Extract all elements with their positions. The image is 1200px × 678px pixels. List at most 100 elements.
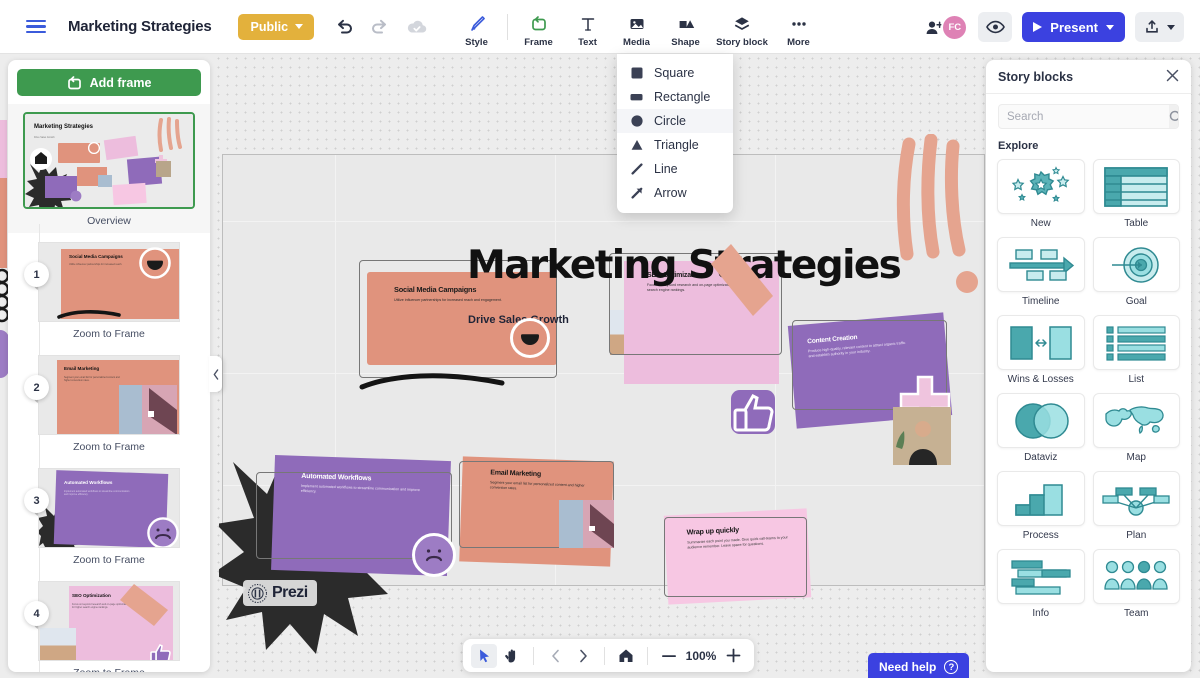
add-frame-icon [67, 76, 82, 90]
panel-header: Story blocks [986, 60, 1191, 94]
frame-caption[interactable]: Zoom to Frame [8, 554, 210, 566]
card-body: Segment your email list for personalized… [490, 480, 590, 494]
frame-thumbnail[interactable]: Social Media Campaigns Utilize influence… [38, 242, 180, 322]
zoom-out-button[interactable] [656, 644, 682, 668]
need-help-button[interactable]: Need help ? [868, 653, 969, 678]
arrow-icon [630, 187, 643, 199]
frown-sticker[interactable] [412, 533, 456, 577]
frame-thumbnail[interactable]: Email Marketing Segment your email list … [38, 355, 180, 435]
card-wrap-up-quickly[interactable]: Wrap up quickly Summarize each point you… [664, 508, 811, 604]
frame-thumbnail[interactable]: Automated Workflows Implement automated … [38, 468, 180, 548]
redo-icon[interactable] [371, 19, 388, 34]
frame-item[interactable]: Social Media Campaigns Utilize influence… [8, 233, 210, 346]
frame-caption[interactable]: Zoom to Frame [8, 441, 210, 453]
shape-menu-item-rectangle[interactable]: Rectangle [617, 85, 733, 109]
tool-shape[interactable]: Shape [661, 7, 710, 48]
story-block-process[interactable]: Process [997, 471, 1085, 541]
chevron-down-icon[interactable] [1106, 25, 1114, 30]
frame-item[interactable]: Email Marketing Segment your email list … [8, 346, 210, 459]
story-block-team[interactable]: Team [1093, 549, 1181, 619]
story-block-timeline[interactable]: Timeline [997, 237, 1085, 307]
shape-menu-item-square[interactable]: Square [617, 61, 733, 85]
story-block-thumbnail[interactable] [1093, 549, 1181, 604]
zoom-in-button[interactable] [720, 644, 746, 668]
story-block-plan[interactable]: Plan [1093, 471, 1181, 541]
present-button[interactable]: Present [1022, 12, 1125, 42]
canvas-title[interactable]: Marketing Strategies [467, 243, 900, 288]
tool-frame[interactable]: Frame [514, 7, 563, 48]
select-tool-button[interactable] [471, 644, 497, 668]
story-block-thumbnail[interactable] [997, 393, 1085, 448]
undo-icon[interactable] [336, 19, 353, 34]
search-input[interactable] [999, 105, 1169, 128]
story-block-label: Goal [1093, 296, 1181, 307]
tool-label: Story block [716, 37, 768, 48]
frame-caption[interactable]: Zoom to Frame [8, 667, 210, 672]
thumb-title: Email Marketing [64, 366, 99, 371]
story-block-thumbnail[interactable] [1093, 393, 1181, 448]
story-block-table[interactable]: Table [1093, 159, 1181, 229]
hamburger-icon[interactable] [26, 16, 46, 37]
frame-thumbnail[interactable]: SEO Optimization Focus on keyword resear… [38, 581, 180, 661]
tool-style[interactable]: Style [452, 7, 501, 48]
content-photo [893, 407, 951, 465]
close-icon[interactable] [1166, 69, 1179, 85]
story-block-thumbnail[interactable] [1093, 159, 1181, 214]
thumb-title: SEO Optimization [72, 593, 111, 598]
frame-overview[interactable]: Marketing Strategies Drive Sales Growth [8, 104, 210, 233]
scribble-underline [356, 365, 516, 399]
next-frame-button[interactable] [570, 644, 596, 668]
frame-item[interactable]: SEO Optimization Focus on keyword resear… [8, 572, 210, 672]
tape-decoration [709, 242, 794, 342]
search-icon[interactable] [1169, 105, 1179, 128]
shape-item-label: Arrow [654, 186, 687, 200]
story-block-thumbnail[interactable] [997, 237, 1085, 292]
tool-story-block[interactable]: Story block [710, 7, 774, 48]
zoom-level[interactable]: 100% [684, 649, 718, 663]
thumb-title: Automated Workflows [64, 480, 112, 485]
story-block-thumbnail[interactable] [1093, 315, 1181, 370]
story-block-new[interactable]: New [997, 159, 1085, 229]
previous-frame-button[interactable] [542, 644, 568, 668]
story-block-thumbnail[interactable] [1093, 471, 1181, 526]
share-button[interactable] [1135, 12, 1184, 42]
story-block-goal[interactable]: Goal [1093, 237, 1181, 307]
shape-menu-item-circle[interactable]: Circle [617, 109, 733, 133]
story-block-label: Dataviz [997, 452, 1085, 463]
preview-button[interactable] [978, 12, 1012, 42]
compare-icon [1008, 323, 1074, 363]
frame-item[interactable]: Automated Workflows Implement automated … [8, 459, 210, 572]
story-block-thumbnail[interactable] [997, 549, 1085, 604]
thumbs-up-sticker[interactable] [731, 390, 775, 434]
story-block-thumbnail[interactable] [1093, 237, 1181, 292]
tool-more[interactable]: More [774, 7, 823, 48]
story-block-info[interactable]: Info [997, 549, 1085, 619]
sidebar-collapse-button[interactable] [209, 356, 222, 392]
divider [533, 647, 534, 665]
pan-tool-button[interactable] [499, 644, 525, 668]
add-frame-button[interactable]: Add frame [17, 69, 201, 96]
frame-caption[interactable]: Zoom to Frame [8, 328, 210, 340]
smile-sticker[interactable] [510, 318, 550, 358]
story-block-wins-losses[interactable]: Wins & Losses [997, 315, 1085, 385]
shape-menu-item-triangle[interactable]: Triangle [617, 133, 733, 157]
tool-text[interactable]: Text [563, 7, 612, 48]
story-block-label: Table [1093, 218, 1181, 229]
card-title: Automated Workflows [301, 473, 450, 485]
story-block-thumbnail[interactable] [997, 159, 1085, 214]
story-block-thumbnail[interactable] [997, 471, 1085, 526]
story-block-list[interactable]: List [1093, 315, 1181, 385]
avatar[interactable]: FC [941, 14, 968, 41]
tool-media[interactable]: Media [612, 7, 661, 48]
frame-thumbnail[interactable]: Marketing Strategies Drive Sales Growth [23, 112, 195, 209]
visibility-dropdown[interactable]: Public [238, 14, 315, 40]
card-body: Implement automated workflows to streaml… [301, 484, 421, 499]
story-block-map[interactable]: Map [1093, 393, 1181, 463]
home-button[interactable] [613, 644, 639, 668]
history-controls [336, 19, 428, 35]
story-block-dataviz[interactable]: Dataviz [997, 393, 1085, 463]
shape-menu-item-line[interactable]: Line [617, 157, 733, 181]
canvas-bottom-toolbar: 100% [463, 639, 754, 672]
story-block-thumbnail[interactable] [997, 315, 1085, 370]
shape-menu-item-arrow[interactable]: Arrow [617, 181, 733, 205]
